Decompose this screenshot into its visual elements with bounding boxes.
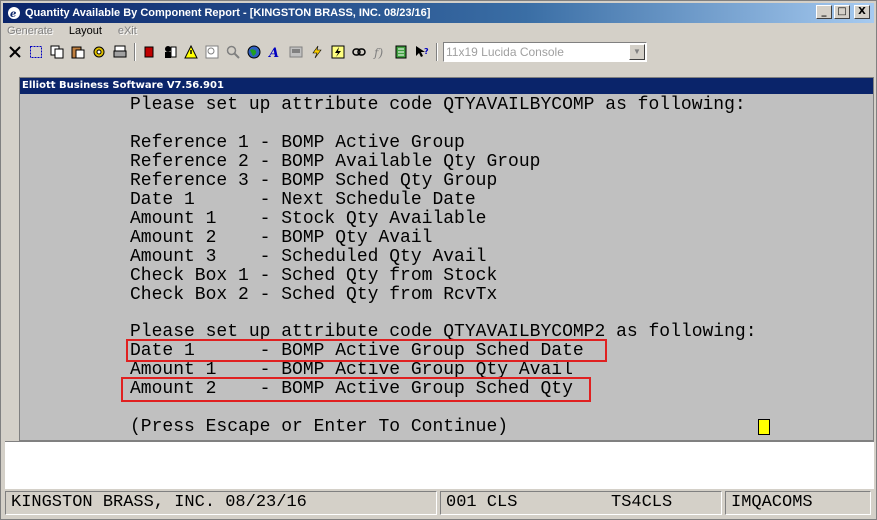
title-bar[interactable]: e Quantity Available By Component Report…: [3, 3, 874, 23]
svg-text:ƒ): ƒ): [373, 46, 383, 59]
toolbar: A ƒ) ? 11x19 Lucida Console ▼: [5, 41, 873, 63]
earth-icon[interactable]: [244, 43, 263, 62]
blank-area: [5, 441, 874, 489]
terminal-line: Amount 3 - Scheduled Qty Avail: [130, 247, 487, 267]
close-x-icon[interactable]: [5, 43, 24, 62]
stop-icon[interactable]: [139, 43, 158, 62]
search-icon[interactable]: [223, 43, 242, 62]
status-user: IMQACOMS: [725, 491, 871, 515]
status-server: TS4CLS: [611, 493, 673, 512]
users-icon[interactable]: [160, 43, 179, 62]
minimize-button[interactable]: _: [816, 5, 832, 19]
font-icon[interactable]: A: [265, 43, 284, 62]
terminal-line: Reference 2 - BOMP Available Qty Group: [130, 152, 541, 172]
function-icon[interactable]: ƒ): [370, 43, 389, 62]
menu-layout[interactable]: Layout: [67, 25, 104, 41]
terminal-line: (Press Escape or Enter To Continue): [130, 417, 509, 437]
terminal-line: Check Box 1 - Sched Qty from Stock: [130, 266, 498, 286]
font-size-select[interactable]: 11x19 Lucida Console ▼: [443, 42, 647, 62]
copy-icon[interactable]: [47, 43, 66, 62]
status-bar: KINGSTON BRASS, INC. 08/23/16 001 CLS TS4…: [5, 491, 874, 517]
terminal-line: Reference 3 - BOMP Sched Qty Group: [130, 171, 498, 191]
macro-icon[interactable]: [328, 43, 347, 62]
zoom-icon[interactable]: [202, 43, 221, 62]
status-company: KINGSTON BRASS, INC. 08/23/16: [5, 491, 437, 515]
menu-exit[interactable]: eXit: [116, 25, 139, 41]
keyboard-icon[interactable]: [286, 43, 305, 62]
status-terminal-server: 001 CLS TS4CLS: [440, 491, 722, 515]
window-title: Quantity Available By Component Report -…: [25, 7, 431, 19]
svg-text:e: e: [10, 9, 16, 20]
terminal-line: Check Box 2 - Sched Qty from RcvTx: [130, 285, 498, 305]
terminal-line: Reference 1 - BOMP Active Group: [130, 133, 465, 153]
terminal-line: Amount 1 - Stock Qty Available: [130, 209, 487, 229]
app-window: e Quantity Available By Component Report…: [0, 0, 877, 520]
paste-icon[interactable]: [68, 43, 87, 62]
settings-icon[interactable]: [89, 43, 108, 62]
toolbar-separator: [436, 43, 438, 61]
link-icon[interactable]: [349, 43, 368, 62]
font-select-value: 11x19 Lucida Console: [446, 45, 564, 59]
maximize-button[interactable]: □: [834, 5, 850, 19]
alert-icon[interactable]: [181, 43, 200, 62]
svg-text:?: ?: [424, 47, 429, 56]
select-icon[interactable]: [26, 43, 45, 62]
highlight-box-date1: [126, 339, 607, 362]
notes-icon[interactable]: [391, 43, 410, 62]
menu-bar: Generate Layout eXit: [5, 25, 139, 41]
menu-generate[interactable]: Generate: [5, 25, 55, 41]
lightning-icon[interactable]: [307, 43, 326, 62]
text-cursor: [758, 419, 770, 435]
chevron-down-icon[interactable]: ▼: [629, 44, 645, 60]
terminal-line: Amount 2 - BOMP Qty Avail: [130, 228, 433, 248]
terminal-line: Please set up attribute code QTYAVAILBYC…: [130, 95, 746, 115]
highlight-box-amount2: [121, 377, 591, 402]
inner-window: Elliott Business Software V7.56.901 Plea…: [19, 77, 874, 441]
app-logo-icon: e: [6, 5, 22, 21]
terminal-line: Date 1 - Next Schedule Date: [130, 190, 476, 210]
svg-text:A: A: [268, 46, 279, 59]
close-button[interactable]: X: [854, 5, 870, 19]
inner-window-title: Elliott Business Software V7.56.901: [20, 78, 873, 94]
print-icon[interactable]: [110, 43, 129, 62]
help-pointer-icon[interactable]: ?: [412, 43, 431, 62]
window-controls: _ □ X: [816, 5, 870, 19]
status-terminal-code: 001 CLS: [446, 493, 518, 512]
terminal-screen[interactable]: Please set up attribute code QTYAVAILBYC…: [20, 94, 873, 440]
toolbar-separator: [134, 43, 136, 61]
